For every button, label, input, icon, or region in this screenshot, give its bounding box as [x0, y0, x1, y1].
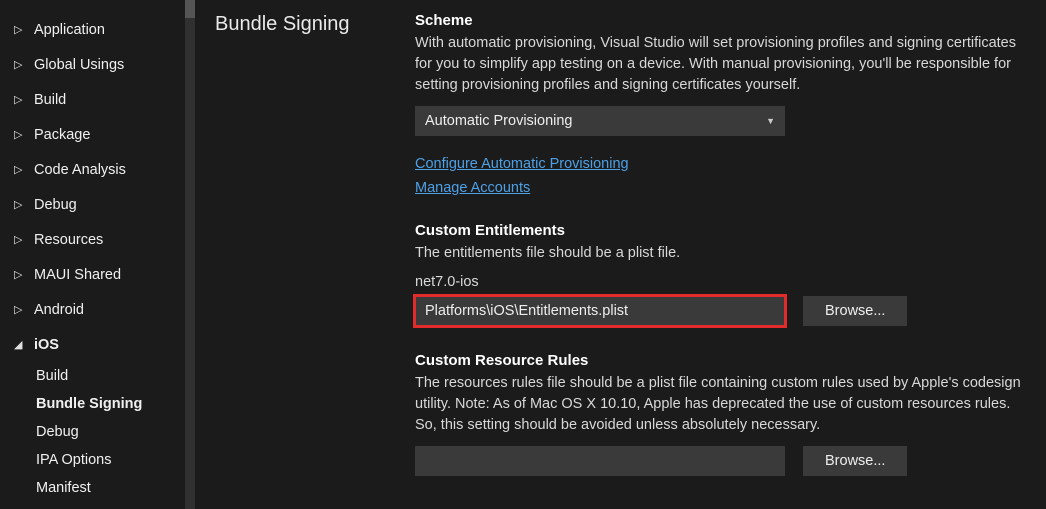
- provisioning-select[interactable]: Automatic Provisioning ▼: [415, 106, 785, 136]
- sidebar-scrollbar[interactable]: [185, 0, 195, 509]
- sidebar-item-debug[interactable]: ▷Debug: [0, 187, 195, 222]
- chevron-right-icon: ▷: [14, 233, 28, 246]
- sidebar-item-android[interactable]: ▷Android: [0, 292, 195, 327]
- scrollbar-thumb[interactable]: [185, 0, 195, 18]
- entitlements-description: The entitlements file should be a plist …: [415, 243, 1026, 264]
- chevron-down-icon: ▼: [766, 116, 775, 126]
- settings-panel: Scheme With automatic provisioning, Visu…: [383, 0, 1046, 509]
- chevron-right-icon: ▷: [14, 303, 28, 316]
- entitlements-path-input[interactable]: Platforms\iOS\Entitlements.plist: [415, 296, 785, 326]
- entitlements-group: Custom Entitlements The entitlements fil…: [415, 222, 1026, 326]
- sidebar-subitem-manifest[interactable]: Manifest: [0, 474, 195, 502]
- section-title: Bundle Signing: [215, 12, 375, 36]
- chevron-right-icon: ▷: [14, 128, 28, 141]
- entitlements-browse-button[interactable]: Browse...: [803, 296, 907, 326]
- settings-sidebar: ▷Application ▷Global Usings ▷Build ▷Pack…: [0, 0, 195, 509]
- scheme-group: Scheme With automatic provisioning, Visu…: [415, 12, 1026, 196]
- chevron-right-icon: ▷: [14, 163, 28, 176]
- sidebar-item-code-analysis[interactable]: ▷Code Analysis: [0, 152, 195, 187]
- sidebar-item-maui-shared[interactable]: ▷MAUI Shared: [0, 257, 195, 292]
- sidebar-item-global-usings[interactable]: ▷Global Usings: [0, 47, 195, 82]
- sidebar-item-application[interactable]: ▷Application: [0, 12, 195, 47]
- section-title-column: Bundle Signing: [195, 0, 383, 509]
- chevron-right-icon: ▷: [14, 268, 28, 281]
- provisioning-selected-value: Automatic Provisioning: [425, 113, 573, 129]
- sidebar-item-build[interactable]: ▷Build: [0, 82, 195, 117]
- sidebar-subitem-bundle-signing[interactable]: Bundle Signing: [0, 390, 195, 418]
- sidebar-item-package[interactable]: ▷Package: [0, 117, 195, 152]
- sidebar-item-ios[interactable]: ◢iOS: [0, 327, 195, 362]
- resource-rules-heading: Custom Resource Rules: [415, 352, 1026, 369]
- chevron-right-icon: ▷: [14, 198, 28, 211]
- entitlements-heading: Custom Entitlements: [415, 222, 1026, 239]
- sidebar-subitem-ipa-options[interactable]: IPA Options: [0, 446, 195, 474]
- resource-rules-path-input[interactable]: [415, 446, 785, 476]
- chevron-right-icon: ▷: [14, 23, 28, 36]
- sidebar-item-resources[interactable]: ▷Resources: [0, 222, 195, 257]
- sidebar-subitem-build[interactable]: Build: [0, 362, 195, 390]
- manage-accounts-link[interactable]: Manage Accounts: [415, 180, 1026, 196]
- entitlements-target: net7.0-ios: [415, 274, 1026, 290]
- configure-provisioning-link[interactable]: Configure Automatic Provisioning: [415, 156, 1026, 172]
- scheme-description: With automatic provisioning, Visual Stud…: [415, 33, 1026, 96]
- chevron-right-icon: ▷: [14, 58, 28, 71]
- chevron-right-icon: ▷: [14, 93, 28, 106]
- resource-rules-browse-button[interactable]: Browse...: [803, 446, 907, 476]
- scheme-heading: Scheme: [415, 12, 1026, 29]
- sidebar-subitem-debug[interactable]: Debug: [0, 418, 195, 446]
- resource-rules-group: Custom Resource Rules The resources rule…: [415, 352, 1026, 476]
- resource-rules-description: The resources rules file should be a pli…: [415, 373, 1026, 436]
- chevron-down-icon: ◢: [14, 338, 28, 351]
